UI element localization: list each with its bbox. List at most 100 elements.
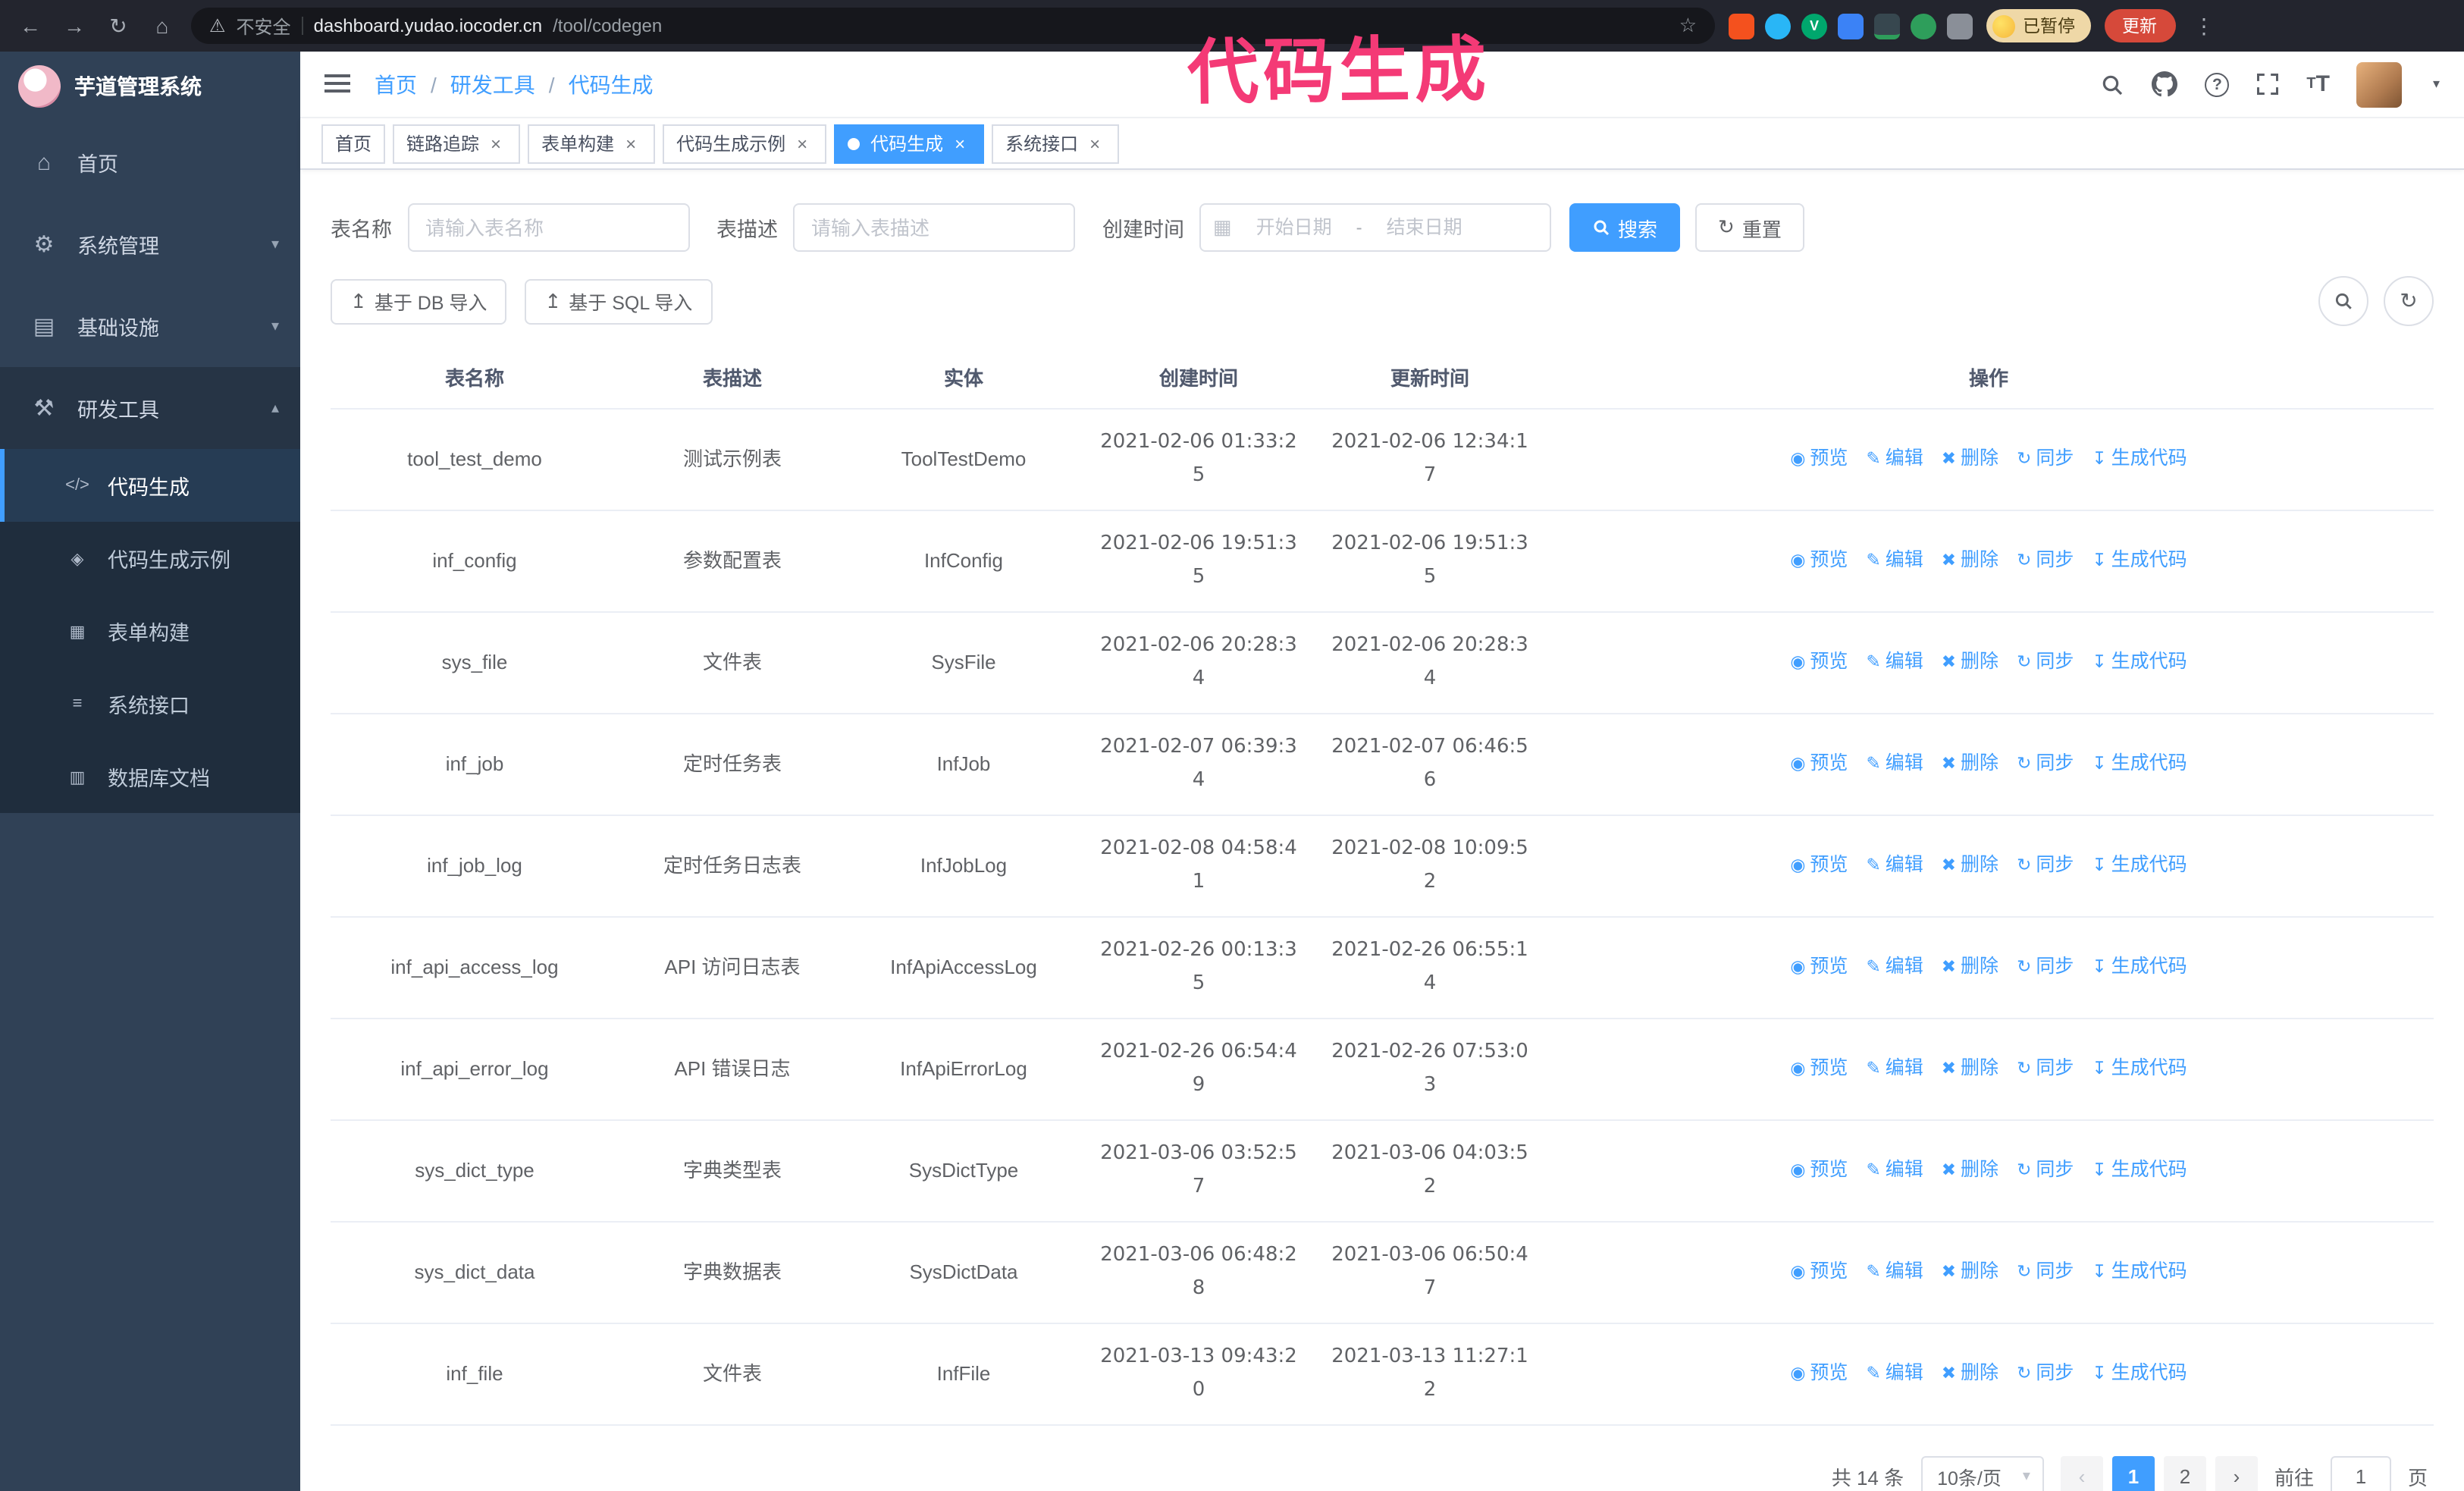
sidebar-item-codegen[interactable]: </> 代码生成 [0, 449, 300, 522]
sync-link[interactable]: ↻ 同步 [2017, 1362, 2074, 1383]
delete-link[interactable]: ✖ 删除 [1942, 1260, 1998, 1282]
sidebar-item-system-api[interactable]: ≡ 系统接口 [0, 667, 300, 740]
avatar[interactable] [2356, 61, 2403, 107]
edit-link[interactable]: ✎ 编辑 [1866, 1362, 1923, 1383]
breadcrumb-dev-tools[interactable]: 研发工具 [450, 69, 535, 99]
sidebar-item-form-builder[interactable]: ▦ 表单构建 [0, 595, 300, 667]
github-icon[interactable] [2152, 71, 2178, 97]
hamburger-icon[interactable] [324, 74, 350, 94]
sidebar-item-home[interactable]: ⌂ 首页 [0, 121, 300, 203]
sidebar-item-db-doc[interactable]: ▥ 数据库文档 [0, 740, 300, 813]
generate-code-link[interactable]: ↧ 生成代码 [2092, 956, 2187, 977]
generate-code-link[interactable]: ↧ 生成代码 [2092, 1362, 2187, 1383]
menu-dots-icon[interactable]: ⋮ [2189, 13, 2219, 39]
leaf-extension-icon[interactable] [1911, 13, 1936, 39]
breadcrumb-codegen[interactable]: 代码生成 [569, 69, 654, 99]
edit-link[interactable]: ✎ 编辑 [1866, 956, 1923, 977]
sync-link[interactable]: ↻ 同步 [2017, 854, 2074, 875]
delete-link[interactable]: ✖ 删除 [1942, 651, 1998, 672]
reset-button[interactable]: ↻ 重置 [1695, 203, 1804, 252]
sync-link[interactable]: ↻ 同步 [2017, 651, 2074, 672]
sidebar-item-codegen-example[interactable]: ◈ 代码生成示例 [0, 522, 300, 595]
browser-home-icon[interactable]: ⌂ [147, 14, 177, 38]
group-extension-icon[interactable] [1838, 13, 1864, 39]
sync-link[interactable]: ↻ 同步 [2017, 549, 2074, 570]
import-sql-button[interactable]: ↥ 基于 SQL 导入 [525, 278, 713, 324]
delete-link[interactable]: ✖ 删除 [1942, 1159, 1998, 1180]
edit-link[interactable]: ✎ 编辑 [1866, 447, 1923, 469]
profile-chip[interactable]: 已暂停 [1986, 9, 2090, 42]
update-button[interactable]: 更新 [2104, 9, 2175, 42]
drop-extension-icon[interactable] [1765, 13, 1791, 39]
close-icon[interactable]: × [1084, 133, 1105, 154]
font-size-icon[interactable]: TT [2306, 71, 2330, 97]
search-button[interactable]: 搜索 [1569, 203, 1681, 252]
preview-link[interactable]: ◉ 预览 [1790, 956, 1848, 977]
preview-link[interactable]: ◉ 预览 [1790, 1057, 1848, 1078]
search-icon[interactable] [2100, 72, 2124, 96]
forward-icon[interactable]: → [59, 14, 89, 38]
delete-link[interactable]: ✖ 删除 [1942, 549, 1998, 570]
preview-link[interactable]: ◉ 预览 [1790, 854, 1848, 875]
edit-link[interactable]: ✎ 编辑 [1866, 1159, 1923, 1180]
chevron-down-icon[interactable]: ▾ [2433, 76, 2440, 93]
preview-link[interactable]: ◉ 预览 [1790, 651, 1848, 672]
sync-link[interactable]: ↻ 同步 [2017, 1159, 2074, 1180]
table-name-input[interactable] [407, 203, 689, 252]
fullscreen-icon[interactable] [2256, 73, 2279, 96]
close-icon[interactable]: × [485, 133, 506, 154]
toggle-search-button[interactable] [2318, 276, 2368, 326]
bookmark-star-icon[interactable]: ☆ [1679, 14, 1697, 38]
refresh-table-button[interactable]: ↻ [2384, 276, 2434, 326]
tab-system-api[interactable]: 系统接口 × [992, 124, 1120, 163]
preview-link[interactable]: ◉ 预览 [1790, 1159, 1848, 1180]
back-icon[interactable]: ← [15, 14, 45, 38]
generate-code-link[interactable]: ↧ 生成代码 [2092, 1057, 2187, 1078]
generate-code-link[interactable]: ↧ 生成代码 [2092, 752, 2187, 774]
delete-link[interactable]: ✖ 删除 [1942, 752, 1998, 774]
page-size-select[interactable]: 10条/页 ▾ [1920, 1455, 2044, 1491]
end-date-input[interactable] [1368, 215, 1481, 240]
sidebar-item-dev-tools[interactable]: ⚒ 研发工具 ▴ [0, 367, 300, 449]
reload-icon[interactable]: ↻ [103, 13, 133, 39]
tab-trace[interactable]: 链路追踪 × [393, 124, 521, 163]
delete-link[interactable]: ✖ 删除 [1942, 1057, 1998, 1078]
delete-link[interactable]: ✖ 删除 [1942, 956, 1998, 977]
generate-code-link[interactable]: ↧ 生成代码 [2092, 1260, 2187, 1282]
edit-link[interactable]: ✎ 编辑 [1866, 1260, 1923, 1282]
help-icon[interactable]: ? [2205, 72, 2230, 96]
sync-link[interactable]: ↻ 同步 [2017, 447, 2074, 469]
sync-link[interactable]: ↻ 同步 [2017, 1260, 2074, 1282]
close-icon[interactable]: × [792, 133, 813, 154]
preview-link[interactable]: ◉ 预览 [1790, 752, 1848, 774]
v-circle-extension-icon[interactable]: V [1801, 13, 1827, 39]
edit-link[interactable]: ✎ 编辑 [1866, 1057, 1923, 1078]
edit-link[interactable]: ✎ 编辑 [1866, 854, 1923, 875]
url-bar[interactable]: ⚠ 不安全 dashboard.yudao.iocoder.cn/tool/co… [191, 8, 1715, 44]
edit-link[interactable]: ✎ 编辑 [1866, 752, 1923, 774]
edit-link[interactable]: ✎ 编辑 [1866, 549, 1923, 570]
puzzle-extension-icon[interactable] [1947, 13, 1973, 39]
edit-link[interactable]: ✎ 编辑 [1866, 651, 1923, 672]
delete-link[interactable]: ✖ 删除 [1942, 854, 1998, 875]
goto-page-input[interactable] [2330, 1455, 2391, 1491]
prev-page-button[interactable]: ‹ [2060, 1455, 2103, 1491]
security-warning-label[interactable]: 不安全 [237, 13, 291, 39]
delete-link[interactable]: ✖ 删除 [1942, 1362, 1998, 1383]
sync-link[interactable]: ↻ 同步 [2017, 752, 2074, 774]
table-desc-input[interactable] [793, 203, 1075, 252]
preview-link[interactable]: ◉ 预览 [1790, 549, 1848, 570]
sidebar-item-system-mgmt[interactable]: ⚙ 系统管理 ▾ [0, 203, 300, 285]
tab-codegen-example[interactable]: 代码生成示例 × [663, 124, 827, 163]
page-2-button[interactable]: 2 [2163, 1455, 2206, 1491]
app-logo[interactable]: 芋道管理系统 [0, 52, 300, 121]
sync-link[interactable]: ↻ 同步 [2017, 956, 2074, 977]
preview-link[interactable]: ◉ 预览 [1790, 447, 1848, 469]
close-icon[interactable]: × [620, 133, 641, 154]
next-page-button[interactable]: › [2215, 1455, 2258, 1491]
generate-code-link[interactable]: ↧ 生成代码 [2092, 854, 2187, 875]
generate-code-link[interactable]: ↧ 生成代码 [2092, 549, 2187, 570]
preview-link[interactable]: ◉ 预览 [1790, 1362, 1848, 1383]
start-date-input[interactable] [1237, 215, 1350, 240]
close-icon[interactable]: × [949, 133, 970, 154]
